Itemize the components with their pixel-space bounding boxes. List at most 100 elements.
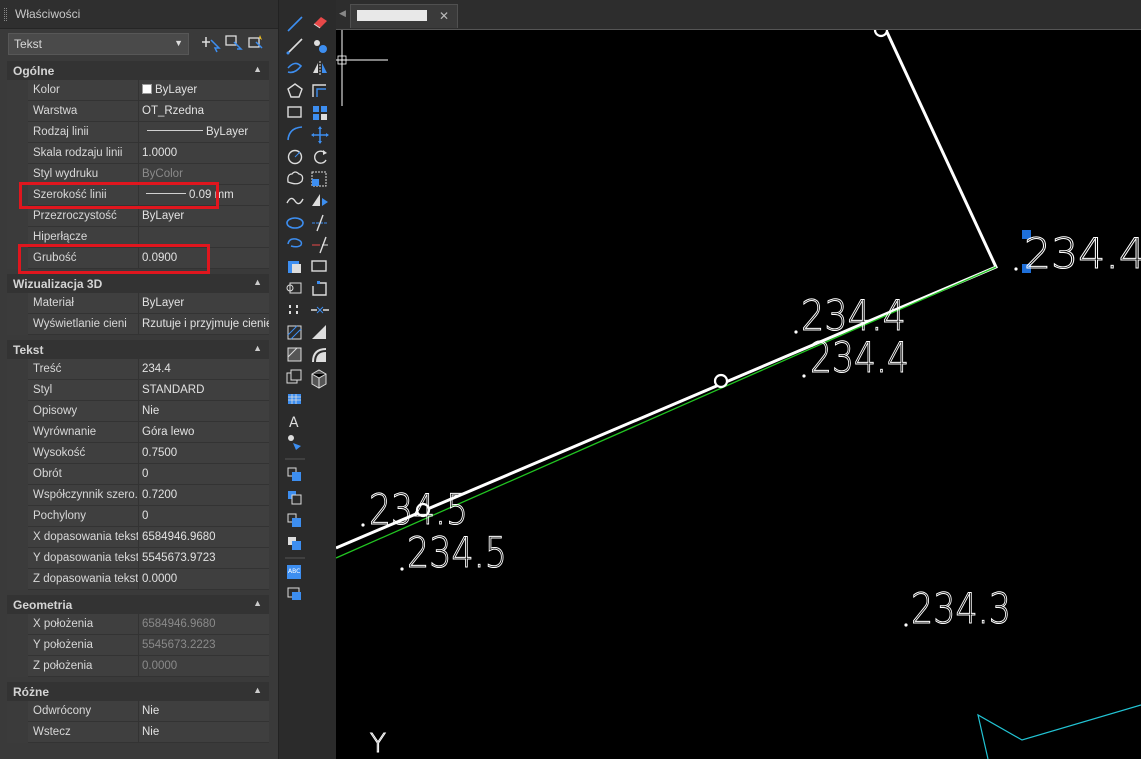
section-header-misc[interactable]: Różne ▲	[7, 682, 269, 702]
elevation-label[interactable]: 234.4	[810, 333, 910, 383]
elevation-label-selected[interactable]: 234.4	[1024, 229, 1141, 279]
region-tool-icon[interactable]	[286, 369, 302, 384]
property-row-rodzaj-linii[interactable]: Rodzaj linii ByLayer	[7, 122, 269, 143]
drawing-svg[interactable]: 234.4 234.4 234.4 234.5 234.5 234.3 Y	[336, 30, 1141, 759]
property-value-cell[interactable]: 1.0000	[139, 143, 269, 164]
tab-scroll-left-icon[interactable]: ◀	[339, 8, 346, 19]
table-tool-icon[interactable]	[288, 394, 301, 404]
property-row-pochylony[interactable]: Pochylony 0	[7, 506, 269, 527]
draw-order-back-icon[interactable]	[288, 491, 302, 505]
polygon-tool-icon[interactable]	[287, 83, 303, 98]
panel-title-bar[interactable]: Właściwości	[0, 0, 278, 29]
rectangle-tool-icon[interactable]	[287, 106, 302, 118]
revcloud-tool-icon[interactable]	[287, 171, 304, 185]
array-tool-icon[interactable]	[313, 106, 327, 120]
collapse-icon[interactable]: ▲	[253, 598, 262, 608]
fillet-tool-icon[interactable]	[312, 348, 327, 363]
property-value-cell[interactable]: ByLayer	[139, 80, 269, 101]
property-value-cell[interactable]: 0.7200	[139, 485, 269, 506]
property-row-wstecz[interactable]: Wstecz Nie	[7, 722, 269, 743]
ellipse-arc-tool-icon[interactable]	[287, 238, 303, 248]
line-tool-icon[interactable]	[287, 16, 303, 32]
property-row-tresc[interactable]: Treść 234.4	[7, 359, 269, 380]
stretch-tool-icon[interactable]	[312, 194, 328, 206]
object-type-select[interactable]: Tekst ▼	[8, 33, 189, 55]
property-value-cell[interactable]: 0	[139, 464, 269, 485]
property-value-cell[interactable]: 234.4	[139, 359, 269, 380]
break-tool-icon[interactable]	[311, 260, 327, 272]
select-objects-icon[interactable]	[224, 33, 244, 53]
elevation-label[interactable]: 234.5	[407, 528, 508, 578]
rotate-tool-icon[interactable]	[314, 150, 327, 164]
circle-tool-icon[interactable]	[287, 149, 303, 165]
property-row-opisowy[interactable]: Opisowy Nie	[7, 401, 269, 422]
property-value-cell[interactable]: 0.0000	[139, 569, 269, 590]
property-value-cell[interactable]: Nie	[139, 701, 269, 722]
property-row-styl[interactable]: Styl STANDARD	[7, 380, 269, 401]
property-value-cell[interactable]: 5545673.9723	[139, 548, 269, 569]
mirror-tool-icon[interactable]	[313, 61, 327, 75]
property-row-skala-rodzaju-linii[interactable]: Skala rodzaju linii 1.0000	[7, 143, 269, 164]
collapse-icon[interactable]: ▲	[253, 685, 262, 695]
property-row-obrot[interactable]: Obrót 0	[7, 464, 269, 485]
property-row-wyrownanie[interactable]: Wyrównanie Góra lewo	[7, 422, 269, 443]
join-tool-icon[interactable]	[311, 306, 329, 314]
property-row-z-dopasowania-tekstu[interactable]: Z dopasowania tekstu 0.0000	[7, 569, 269, 590]
property-row-x-polozenia[interactable]: X położenia 6584946.9680	[7, 614, 269, 635]
property-value-cell[interactable]: ByLayer	[139, 293, 269, 314]
property-row-kolor[interactable]: Kolor ByLayer	[7, 80, 269, 101]
section-header-general[interactable]: Ogólne ▲	[7, 61, 269, 81]
property-row-material[interactable]: Materiał ByLayer	[7, 293, 269, 314]
section-header-text[interactable]: Tekst ▲	[7, 340, 269, 360]
dims-front-icon[interactable]	[287, 587, 301, 600]
section-header-geometry[interactable]: Geometria ▲	[7, 595, 269, 615]
cyan-polyline[interactable]	[977, 704, 1141, 759]
property-row-y-polozenia[interactable]: Y położenia 5545673.2223	[7, 635, 269, 656]
draw-order-above-icon[interactable]	[287, 513, 301, 527]
add-selected-icon[interactable]	[288, 435, 301, 450]
property-value-cell[interactable]: ByLayer	[139, 206, 269, 227]
text-front-icon[interactable]: ABC	[287, 565, 301, 579]
section-header-viz3d[interactable]: Wizualizacja 3D ▲	[7, 274, 269, 294]
quick-select-icon[interactable]	[247, 33, 267, 53]
draw-order-front-icon[interactable]	[287, 467, 301, 481]
elevation-label[interactable]: 234.5	[369, 485, 469, 535]
property-value-cell[interactable]: ByLayer	[139, 122, 269, 143]
copy-tool-icon[interactable]	[314, 40, 327, 53]
ellipse-tool-icon[interactable]	[286, 217, 304, 229]
property-value-cell[interactable]: Nie	[139, 722, 269, 743]
scale-tool-icon[interactable]	[311, 171, 327, 187]
collapse-icon[interactable]: ▲	[253, 277, 262, 287]
chamfer-tool-icon[interactable]	[312, 325, 326, 339]
property-value-cell[interactable]: Nie	[139, 401, 269, 422]
draw-order-under-icon[interactable]	[288, 537, 301, 550]
explode-tool-icon[interactable]	[311, 369, 327, 389]
arc-tool-icon[interactable]	[287, 126, 303, 141]
property-value-cell[interactable]: 6584946.9680	[139, 614, 269, 635]
spline-tool-icon[interactable]	[286, 197, 304, 205]
collapse-icon[interactable]: ▲	[253, 343, 262, 353]
selected-polyline[interactable]	[336, 30, 999, 550]
property-value-cell[interactable]: 0	[139, 506, 269, 527]
gradient-tool-icon[interactable]	[287, 347, 302, 362]
property-value-cell[interactable]: Góra lewo	[139, 422, 269, 443]
trim-tool-icon[interactable]	[312, 214, 328, 232]
ray-tool-icon[interactable]	[286, 38, 303, 55]
property-value-cell[interactable]: 0.0000	[139, 656, 269, 677]
property-row-warstwa[interactable]: Warstwa OT_Rzedna	[7, 101, 269, 122]
property-row-odwrocony[interactable]: Odwrócony Nie	[7, 701, 269, 722]
mtext-tool-icon[interactable]: A	[289, 415, 299, 431]
make-block-icon[interactable]	[286, 282, 302, 294]
erase-tool-icon[interactable]	[313, 17, 327, 29]
property-row-wyswietlanie-cieni[interactable]: Wyświetlanie cieni Rzutuje i przyjmuje ci…	[7, 314, 269, 335]
property-value-cell[interactable]: 5545673.2223	[139, 635, 269, 656]
property-row-y-dopasowania-tekstu[interactable]: Y dopasowania tekstu 5545673.9723	[7, 548, 269, 569]
property-value-cell[interactable]: 6584946.9680	[139, 527, 269, 548]
move-tool-icon[interactable]	[311, 126, 329, 144]
point-tool-icon[interactable]	[289, 305, 298, 314]
drawing-canvas[interactable]: 234.4 234.4 234.4 234.5 234.5 234.3 Y	[336, 30, 1141, 759]
insert-block-icon[interactable]	[288, 261, 301, 273]
break-at-point-icon[interactable]	[312, 281, 327, 296]
elevation-label[interactable]: 234.3	[911, 584, 1012, 634]
property-row-wspolczynnik-szero[interactable]: Współczynnik szero... 0.7200	[7, 485, 269, 506]
